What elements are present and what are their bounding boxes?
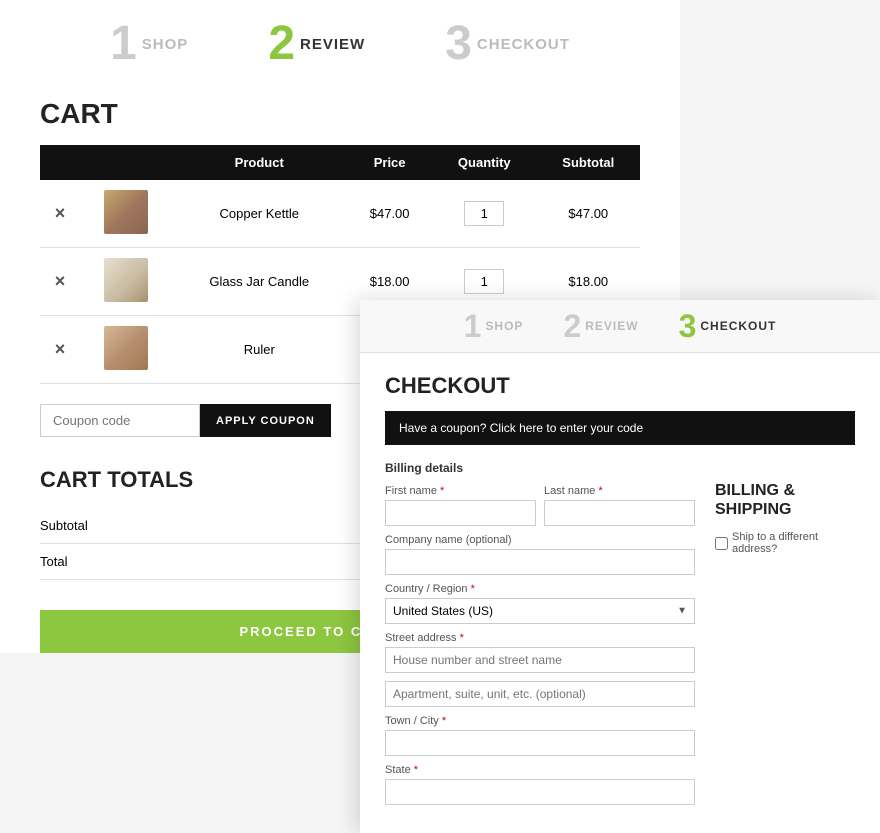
- remove-button[interactable]: ×: [55, 271, 66, 291]
- product-subtotal: $47.00: [537, 180, 640, 248]
- billing-layout: Billing details First name * Last name *…: [385, 461, 855, 813]
- country-select-wrapper: United States (US) Canada United Kingdom: [385, 598, 695, 624]
- product-name: Copper Kettle: [171, 180, 347, 248]
- street-field[interactable]: [385, 647, 695, 673]
- quantity-input[interactable]: [464, 269, 504, 294]
- col-subtotal: Subtotal: [537, 145, 640, 180]
- first-name-group: First name *: [385, 485, 536, 526]
- street2-field[interactable]: [385, 681, 695, 707]
- ship-checkbox-input[interactable]: [715, 537, 728, 550]
- col-qty: Quantity: [432, 145, 537, 180]
- city-group: Town / City *: [385, 715, 695, 756]
- billing-shipping-title: BILLING &SHIPPING: [715, 481, 855, 519]
- col-price: Price: [347, 145, 432, 180]
- state-group: State *: [385, 764, 695, 805]
- street2-group: [385, 681, 695, 707]
- company-group: Company name (optional): [385, 534, 695, 575]
- state-field[interactable]: [385, 779, 695, 805]
- state-label: State *: [385, 764, 695, 776]
- overlay-step-shop[interactable]: 1 SHOP: [464, 310, 524, 342]
- step-indicator: 1 SHOP 2 REVIEW 3 CHECKOUT: [40, 0, 640, 78]
- remove-button[interactable]: ×: [55, 203, 66, 223]
- product-image: [104, 258, 148, 302]
- country-select[interactable]: United States (US) Canada United Kingdom: [385, 598, 695, 624]
- product-image: [104, 326, 148, 370]
- last-name-group: Last name *: [544, 485, 695, 526]
- street-group: Street address *: [385, 632, 695, 673]
- overlay-step-review[interactable]: 2 REVIEW: [563, 310, 638, 342]
- quantity-input[interactable]: [464, 201, 504, 226]
- checkout-content: CHECKOUT Have a coupon? Click here to en…: [360, 353, 880, 833]
- billing-right-panel: BILLING &SHIPPING Ship to a different ad…: [715, 461, 855, 813]
- ship-different-address[interactable]: Ship to a different address?: [715, 531, 855, 555]
- overlay-step-checkout[interactable]: 3 CHECKOUT: [679, 310, 777, 342]
- street-label: Street address *: [385, 632, 695, 644]
- last-name-field[interactable]: [544, 500, 695, 526]
- checkout-title: CHECKOUT: [385, 373, 855, 399]
- billing-details-label: Billing details: [385, 461, 695, 475]
- subtotal-label: Subtotal: [40, 508, 367, 544]
- table-row: × Copper Kettle $47.00 $47.00: [40, 180, 640, 248]
- product-price: $47.00: [347, 180, 432, 248]
- total-label: Total: [40, 544, 367, 580]
- checkout-overlay: 1 SHOP 2 REVIEW 3 CHECKOUT CHECKOUT Have…: [360, 300, 880, 833]
- last-name-label: Last name *: [544, 485, 695, 497]
- company-field[interactable]: [385, 549, 695, 575]
- coupon-input[interactable]: [40, 404, 200, 437]
- col-remove: [40, 145, 80, 180]
- city-field[interactable]: [385, 730, 695, 756]
- city-label: Town / City *: [385, 715, 695, 727]
- ship-label: Ship to a different address?: [732, 531, 855, 555]
- product-name: Glass Jar Candle: [171, 248, 347, 316]
- step-review[interactable]: 2 REVIEW: [268, 20, 365, 68]
- step-checkout[interactable]: 3 CHECKOUT: [445, 20, 570, 68]
- product-name: Ruler: [171, 316, 347, 384]
- name-row: First name * Last name *: [385, 485, 695, 526]
- country-label: Country / Region *: [385, 583, 695, 595]
- cart-title: CART: [40, 98, 640, 130]
- apply-coupon-button[interactable]: APPLY COUPON: [200, 404, 331, 437]
- country-group: Country / Region * United States (US) Ca…: [385, 583, 695, 624]
- product-image: [104, 190, 148, 234]
- coupon-bar[interactable]: Have a coupon? Click here to enter your …: [385, 411, 855, 445]
- col-image: [80, 145, 171, 180]
- company-label: Company name (optional): [385, 534, 695, 546]
- step-shop[interactable]: 1 SHOP: [110, 20, 188, 68]
- first-name-field[interactable]: [385, 500, 536, 526]
- first-name-label: First name *: [385, 485, 536, 497]
- overlay-step-indicator: 1 SHOP 2 REVIEW 3 CHECKOUT: [360, 300, 880, 353]
- col-product: Product: [171, 145, 347, 180]
- billing-form: Billing details First name * Last name *…: [385, 461, 695, 813]
- remove-button[interactable]: ×: [55, 339, 66, 359]
